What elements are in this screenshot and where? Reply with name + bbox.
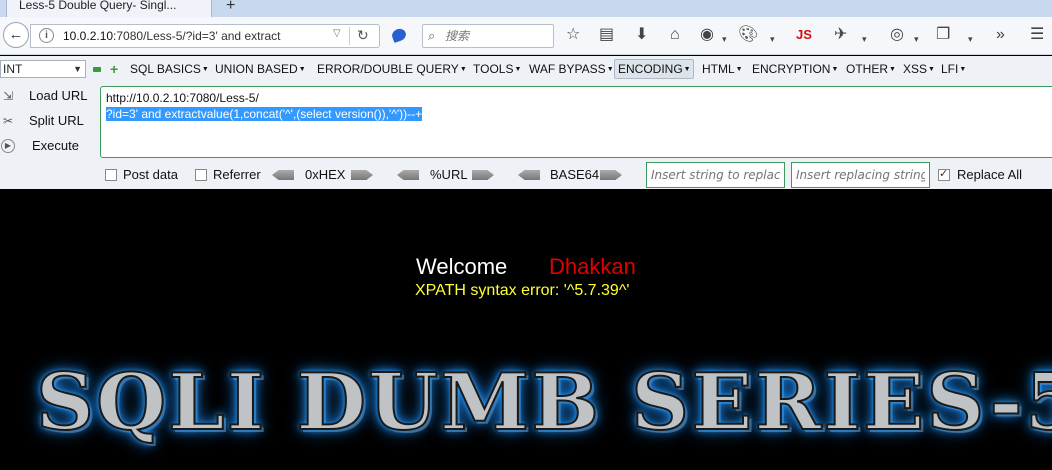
url-decode-arrow-icon[interactable] [397, 170, 419, 180]
menu-union-based[interactable]: UNION BASED▼ [215, 62, 306, 76]
menu-waf-bypass[interactable]: WAF BYPASS▼ [529, 62, 614, 76]
post-data-checkbox[interactable] [105, 169, 117, 181]
play-icon: ▶ [1, 139, 15, 153]
menu-label: UNION BASED [215, 62, 298, 76]
menu-sql-basics[interactable]: SQL BASICS▼ [130, 62, 209, 76]
menu-other[interactable]: OTHER▼ [846, 62, 896, 76]
reading-list-icon[interactable]: ▤ [599, 26, 614, 44]
menu-label: SQL BASICS [130, 62, 201, 76]
menu-encoding[interactable]: ENCODING▼ [614, 59, 694, 79]
username-text: Dhakkan [549, 254, 636, 279]
url-bar[interactable]: i 10.0.2.10:7080/Less-5/?id=3' and extra… [30, 24, 380, 48]
bird-extension-icon[interactable] [390, 26, 408, 44]
url-line-1: http://10.0.2.10:7080/Less-5/ [106, 91, 259, 105]
base64-decode-arrow-icon[interactable] [518, 170, 540, 180]
replace-string-input[interactable] [646, 162, 785, 188]
hackbar-panel: ⇲ Load URL ✂ Split URL ▶ Execute http://… [0, 83, 1052, 189]
type-select[interactable]: INT ▼ [0, 60, 86, 78]
menu-html[interactable]: HTML▼ [702, 62, 743, 76]
menu-lfi[interactable]: LFI▼ [941, 62, 966, 76]
chevron-down-icon[interactable]: ▾ [770, 30, 775, 48]
menu-label: TOOLS [473, 62, 514, 76]
split-url-icon: ✂ [2, 114, 14, 128]
proxy-icon[interactable]: ◎ [890, 26, 904, 44]
tab-title: Less-5 Double Query- Singl... [19, 0, 177, 12]
chevron-down-icon[interactable]: ▾ [722, 30, 727, 48]
hex-decode-arrow-icon[interactable] [272, 170, 294, 180]
menu-label: XSS [903, 62, 928, 76]
menu-label: LFI [941, 62, 959, 76]
info-icon[interactable]: i [39, 28, 54, 43]
execute-label: Execute [32, 138, 79, 153]
chevron-down-icon[interactable]: ▾ [862, 30, 867, 48]
screenshot-icon[interactable]: ❐ [936, 26, 950, 44]
hex-label: 0xHEX [305, 167, 346, 182]
browser-tab[interactable]: Less-5 Double Query- Singl... [6, 0, 212, 17]
new-tab-button[interactable]: + [226, 0, 235, 15]
bookmark-star-icon[interactable]: ☆ [566, 26, 580, 44]
user-agent-icon[interactable]: ◉ [700, 26, 714, 44]
menu-error-double-query[interactable]: ERROR/DOUBLE QUERY▼ [317, 62, 467, 76]
url-line-2-selected: ?id=3' and extractvalue(1,concat('^',(se… [106, 107, 423, 121]
url-rest: :7080/Less-5/?id=3' and extract [113, 29, 281, 43]
split-url-label: Split URL [29, 113, 84, 128]
back-button[interactable]: ← [3, 22, 29, 48]
referrer-checkbox[interactable] [195, 169, 207, 181]
load-url-icon: ⇲ [2, 89, 14, 103]
post-data-label: Post data [123, 167, 178, 182]
search-icon: ⌕ [428, 28, 436, 43]
chevron-down-icon[interactable]: ▾ [968, 30, 973, 48]
url-encode-arrow-icon[interactable] [472, 170, 494, 180]
replacing-string-input[interactable] [791, 162, 930, 188]
load-url-label: Load URL [29, 88, 88, 103]
menu-icon[interactable]: ☰ [1030, 26, 1044, 44]
replace-all-label: Replace All [957, 167, 1023, 182]
url-host: 10.0.2.10 [63, 29, 114, 43]
menu-label: ENCRYPTION [752, 62, 831, 76]
menu-tools[interactable]: TOOLS▼ [473, 62, 521, 76]
url-divider [349, 27, 350, 45]
chevron-down-icon: ▼ [73, 64, 82, 74]
download-icon[interactable]: ⬇ [635, 26, 648, 44]
menu-label: WAF BYPASS [529, 62, 606, 76]
overflow-icon[interactable]: » [996, 26, 1005, 44]
referrer-label: Referrer [213, 167, 261, 182]
bug-icon[interactable]: ✈ [834, 26, 847, 44]
series-banner: SQLI DUMB SERIES-5 [35, 356, 1052, 449]
menu-label: ERROR/DOUBLE QUERY [317, 62, 459, 76]
hackbar-options-row: Post data Referrer 0xHEX %URL BASE64 Rep… [0, 162, 1052, 188]
reload-icon[interactable]: ↻ [357, 27, 369, 44]
tab-strip: Less-5 Double Query- Singl... + [0, 0, 1052, 17]
chevron-down-icon[interactable]: ▾ [914, 30, 919, 48]
url-encoding-label: %URL [430, 167, 468, 182]
base64-encode-arrow-icon[interactable] [600, 170, 622, 180]
palette-icon[interactable]: 🎨︎ [738, 26, 758, 44]
page-content: Welcome Dhakkan XPATH syntax error: '^5.… [0, 189, 1052, 470]
error-message: XPATH syntax error: '^5.7.39^' [415, 282, 630, 299]
replace-all-checkbox[interactable] [938, 167, 950, 181]
url-textarea[interactable]: http://10.0.2.10:7080/Less-5/ ?id=3' and… [100, 86, 1052, 158]
search-input[interactable] [445, 28, 545, 44]
menu-label: ENCODING [618, 62, 683, 76]
hackbar-toolbar: INT ▼ + SQL BASICS▼ UNION BASED▼ ERROR/DO… [0, 56, 1052, 83]
javascript-toggle-icon[interactable]: JS [796, 27, 812, 42]
minus-icon[interactable] [93, 67, 101, 72]
menu-label: HTML [702, 62, 735, 76]
type-select-value: INT [3, 62, 23, 76]
url-text[interactable]: 10.0.2.10:7080/Less-5/?id=3' and extract [63, 29, 331, 43]
menu-encryption[interactable]: ENCRYPTION▼ [752, 62, 838, 76]
navigation-bar: ← i 10.0.2.10:7080/Less-5/?id=3' and ext… [0, 17, 1052, 55]
menu-xss[interactable]: XSS▼ [903, 62, 935, 76]
home-icon[interactable]: ⌂ [670, 26, 680, 44]
menu-label: OTHER [846, 62, 888, 76]
plus-icon[interactable]: + [110, 61, 118, 77]
search-bar[interactable]: ⌕ [422, 24, 554, 48]
url-dropdown-icon[interactable]: ▽ [333, 28, 341, 39]
base64-label: BASE64 [550, 167, 600, 182]
welcome-text: Welcome [416, 254, 508, 279]
hex-encode-arrow-icon[interactable] [351, 170, 373, 180]
